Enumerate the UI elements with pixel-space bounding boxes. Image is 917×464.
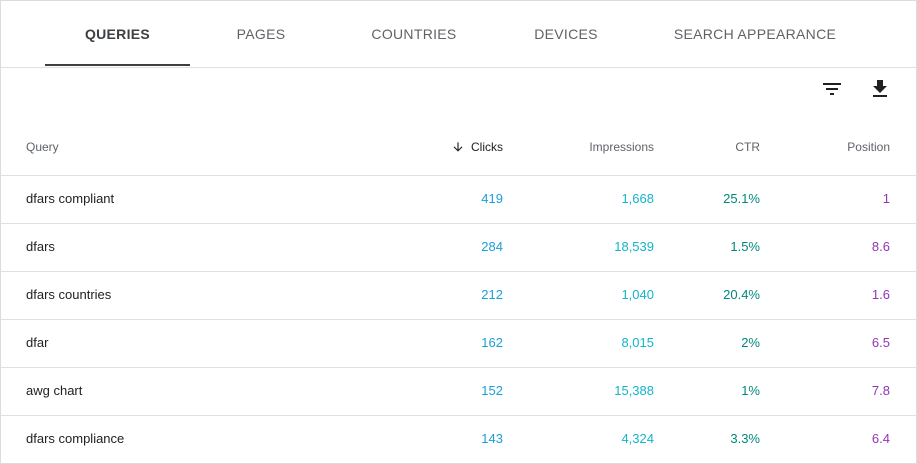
- position-cell: 7.8: [871, 383, 890, 398]
- clicks-cell: 162: [481, 335, 503, 350]
- table-row[interactable]: dfars compliant 419 1,668 25.1% 1: [1, 175, 916, 223]
- column-header-clicks-label: Clicks: [471, 140, 503, 154]
- tab-pages[interactable]: PAGES: [201, 1, 321, 67]
- query-cell: dfars compliant: [26, 191, 115, 206]
- ctr-cell: 1%: [741, 383, 760, 398]
- column-header-ctr[interactable]: CTR: [735, 123, 760, 171]
- column-header-position[interactable]: Position: [847, 123, 890, 171]
- ctr-cell: 25.1%: [723, 191, 760, 206]
- sort-descending-icon: [451, 124, 465, 172]
- tab-devices[interactable]: DEVICES: [506, 1, 626, 67]
- column-header-clicks[interactable]: Clicks: [451, 123, 503, 171]
- position-cell: 8.6: [871, 239, 890, 254]
- query-cell: dfar: [26, 335, 49, 350]
- impressions-cell: 1,040: [621, 287, 654, 302]
- query-cell: dfars compliance: [26, 431, 125, 446]
- tab-queries[interactable]: QUERIES: [45, 1, 190, 67]
- impressions-cell: 4,324: [621, 431, 654, 446]
- download-icon: [868, 77, 892, 106]
- ctr-cell: 1.5%: [730, 239, 760, 254]
- column-header-impressions[interactable]: Impressions: [589, 123, 654, 171]
- tab-search-appearance[interactable]: SEARCH APPEARANCE: [661, 1, 849, 67]
- clicks-cell: 143: [481, 431, 503, 446]
- ctr-cell: 20.4%: [723, 287, 760, 302]
- position-cell: 1: [882, 191, 890, 206]
- table-row[interactable]: dfars compliance 143 4,324 3.3% 6.4: [1, 415, 916, 463]
- position-cell: 6.4: [871, 431, 890, 446]
- tab-countries[interactable]: COUNTRIES: [349, 1, 479, 67]
- filter-button[interactable]: [816, 75, 848, 107]
- impressions-cell: 18,539: [614, 239, 654, 254]
- impressions-cell: 15,388: [614, 383, 654, 398]
- query-cell: dfars countries: [26, 287, 112, 302]
- clicks-cell: 419: [481, 191, 503, 206]
- clicks-cell: 212: [481, 287, 503, 302]
- performance-table-card: QUERIES PAGES COUNTRIES DEVICES SEARCH A…: [0, 0, 917, 464]
- table-row[interactable]: dfars 284 18,539 1.5% 8.6: [1, 223, 916, 271]
- clicks-cell: 152: [481, 383, 503, 398]
- filter-icon: [820, 77, 844, 106]
- table-row[interactable]: dfar 162 8,015 2% 6.5: [1, 319, 916, 367]
- impressions-cell: 1,668: [621, 191, 654, 206]
- ctr-cell: 3.3%: [730, 431, 760, 446]
- table-row[interactable]: dfars countries 212 1,040 20.4% 1.6: [1, 271, 916, 319]
- query-cell: awg chart: [26, 383, 83, 398]
- query-cell: dfars: [26, 239, 55, 254]
- table-row[interactable]: awg chart 152 15,388 1% 7.8: [1, 367, 916, 415]
- ctr-cell: 2%: [741, 335, 760, 350]
- clicks-cell: 284: [481, 239, 503, 254]
- column-header-query[interactable]: Query: [26, 123, 59, 171]
- dimension-tabs: QUERIES PAGES COUNTRIES DEVICES SEARCH A…: [1, 1, 916, 68]
- position-cell: 6.5: [871, 335, 890, 350]
- position-cell: 1.6: [871, 287, 890, 302]
- active-tab-indicator: [45, 64, 190, 66]
- impressions-cell: 8,015: [621, 335, 654, 350]
- download-button[interactable]: [864, 75, 896, 107]
